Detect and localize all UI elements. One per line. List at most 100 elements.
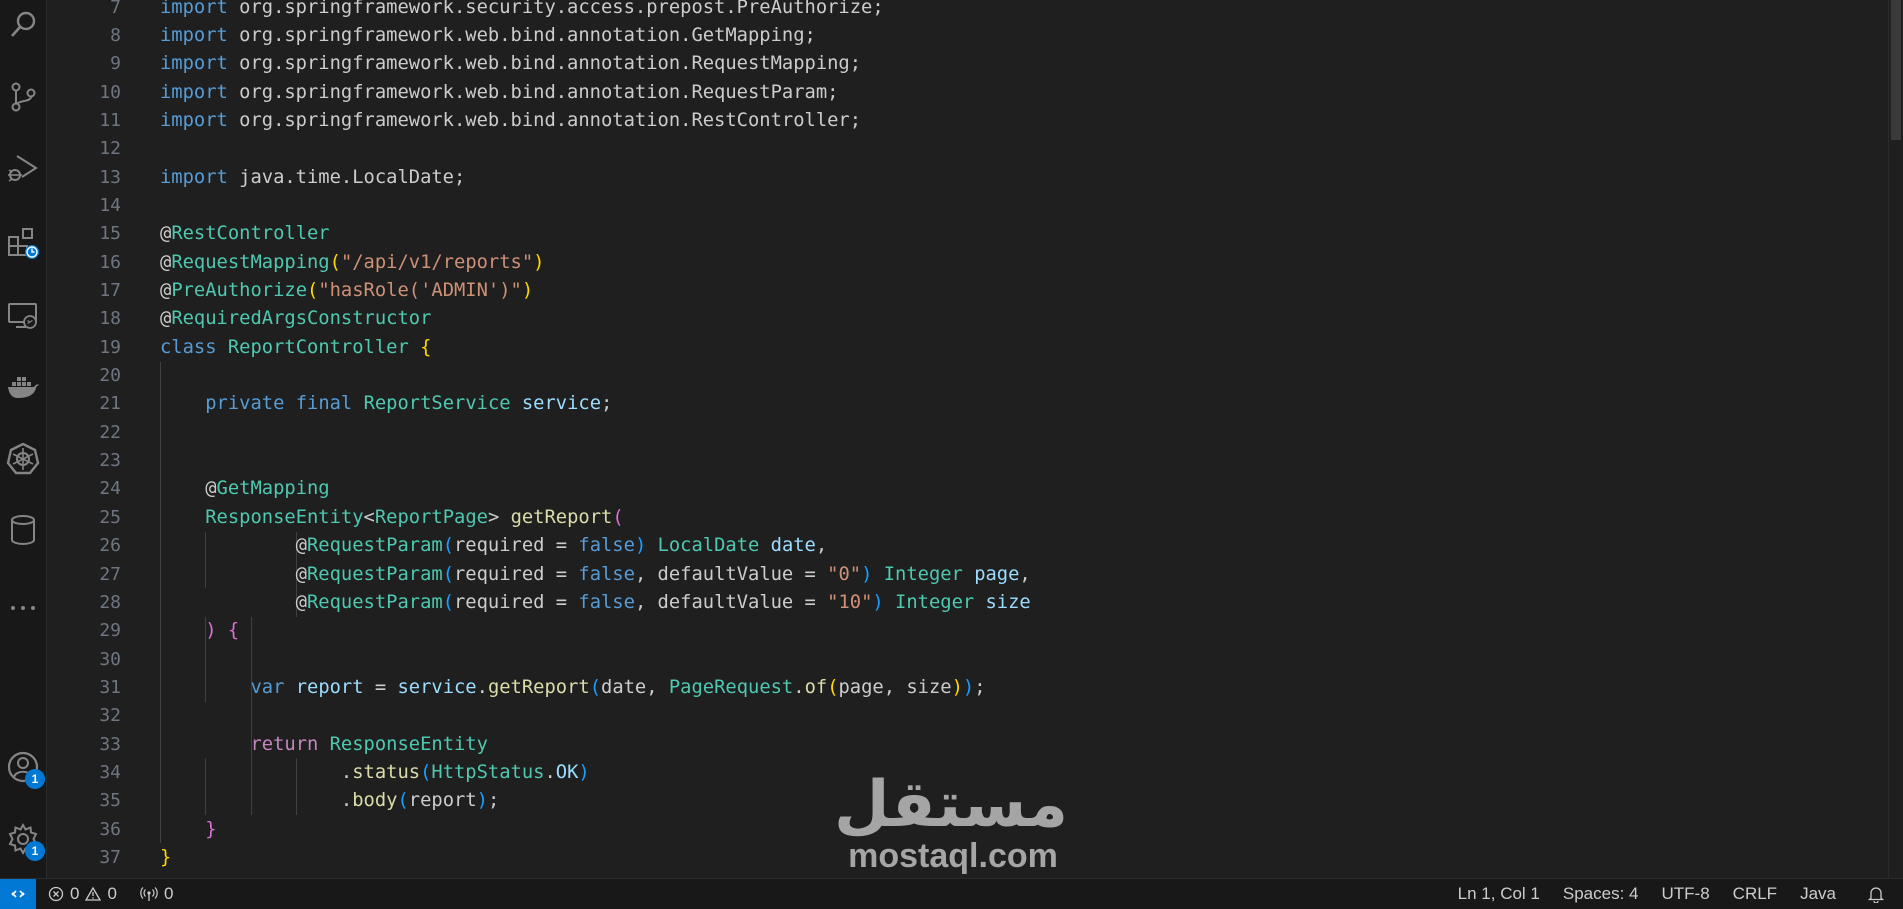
token: import xyxy=(160,53,228,75)
token: LocalDate xyxy=(657,535,760,557)
search-icon[interactable] xyxy=(0,2,46,48)
encoding[interactable]: UTF-8 xyxy=(1648,879,1719,909)
code-text: import org.springframework.web.bind.anno… xyxy=(160,53,861,74)
token: ) xyxy=(951,676,963,698)
token: RestController xyxy=(171,223,330,245)
run-debug-icon[interactable] xyxy=(0,145,46,191)
code-line[interactable]: 26 @RequestParam(required = false) Local… xyxy=(47,532,1747,560)
code-line[interactable]: 8 import org.springframework.web.bind.ann… xyxy=(47,21,1747,49)
language-mode[interactable]: Java xyxy=(1786,879,1845,909)
error-icon xyxy=(48,886,64,902)
remote-indicator[interactable] xyxy=(0,879,36,909)
code-line[interactable]: 13 import java.time.LocalDate; xyxy=(47,163,1747,191)
line-number: 18 xyxy=(99,308,121,330)
code-text: .status(HttpStatus.OK) xyxy=(160,762,590,783)
code-line[interactable]: 16 @RequestMapping("/api/v1/reports") xyxy=(47,248,1747,276)
code-line[interactable]: 31 var report = service.getReport(date, … xyxy=(47,673,1747,701)
end-of-line[interactable]: CRLF xyxy=(1719,879,1786,909)
token: , xyxy=(1019,563,1031,585)
code-line[interactable]: 30 xyxy=(47,645,1747,673)
accounts-badge: 1 xyxy=(25,769,45,789)
token: ) xyxy=(476,790,488,812)
token: import xyxy=(160,0,228,18)
token: < xyxy=(363,506,375,528)
more-icon[interactable] xyxy=(0,578,46,624)
token: private xyxy=(205,393,285,415)
token: > xyxy=(487,506,511,528)
code-line[interactable]: 27 @RequestParam(required = false, defau… xyxy=(47,560,1747,588)
code-line[interactable]: 25 ResponseEntity<ReportPage> getReport( xyxy=(47,503,1747,531)
code-text: ResponseEntity<ReportPage> getReport( xyxy=(160,506,623,528)
token: ; xyxy=(601,393,613,415)
token: body xyxy=(352,790,398,812)
code-line[interactable]: 14 xyxy=(47,191,1747,219)
code-line[interactable]: 33 return ResponseEntity xyxy=(47,730,1747,758)
token: ReportPage xyxy=(374,506,488,528)
code-text: return ResponseEntity xyxy=(160,734,487,755)
code-line[interactable]: 20 xyxy=(47,362,1747,390)
source-control-icon[interactable] xyxy=(0,74,46,120)
code-line[interactable]: 9 import org.springframework.web.bind.ann… xyxy=(47,50,1747,78)
token: ( xyxy=(589,676,602,698)
line-number: 14 xyxy=(99,194,121,216)
code-line[interactable]: 10 import org.springframework.web.bind.an… xyxy=(47,78,1747,106)
code-text: } xyxy=(160,819,216,840)
line-number: 30 xyxy=(99,648,121,670)
remote-explorer-icon[interactable] xyxy=(0,292,46,338)
code-text: @RequestParam(required = false, defaultV… xyxy=(160,564,1031,585)
docker-icon[interactable] xyxy=(0,364,46,410)
indentation[interactable]: Spaces: 4 xyxy=(1549,879,1648,909)
extensions-icon[interactable] xyxy=(0,220,46,266)
accounts-icon[interactable]: 1 xyxy=(0,744,46,790)
settings-icon[interactable]: 1 xyxy=(0,816,46,862)
token: ) xyxy=(205,620,217,642)
token: required = xyxy=(454,535,579,557)
code-text: import org.springframework.web.bind.anno… xyxy=(160,110,861,131)
cursor-position[interactable]: Ln 1, Col 1 xyxy=(1449,879,1549,909)
code-line[interactable]: 15 @RestController xyxy=(47,220,1747,248)
code-text: @RequestParam(required = false) LocalDat… xyxy=(160,535,828,557)
token: , defaultValue = xyxy=(634,563,828,585)
code-editor[interactable]: 7 import org.springframework.security.acc… xyxy=(47,0,1903,878)
code-line[interactable]: 19 class ReportController { xyxy=(47,333,1747,361)
token: Integer xyxy=(895,591,975,613)
notifications[interactable] xyxy=(1845,879,1903,909)
code-line[interactable]: 7 import org.springframework.security.acc… xyxy=(47,0,1747,21)
error-count: 0 xyxy=(70,884,80,903)
code-line[interactable]: 24 @GetMapping xyxy=(47,475,1747,503)
token: date, xyxy=(601,676,669,698)
ports-indicator[interactable]: 0 xyxy=(126,879,182,909)
line-number: 31 xyxy=(99,676,121,698)
code-line[interactable]: 17 @PreAuthorize("hasRole('ADMIN')") xyxy=(47,277,1747,305)
problems-indicator[interactable]: 0 0 xyxy=(36,879,126,909)
kubernetes-icon[interactable] xyxy=(0,436,46,482)
line-number: 36 xyxy=(99,818,121,840)
token: ; xyxy=(487,790,500,812)
database-icon[interactable] xyxy=(0,507,46,553)
scrollbar-thumb[interactable] xyxy=(1891,0,1901,140)
code-line[interactable]: 18 @RequiredArgsConstructor xyxy=(47,305,1747,333)
code-line[interactable]: 12 xyxy=(47,135,1747,163)
token: "10" xyxy=(827,591,873,613)
token: @ xyxy=(160,478,217,500)
token: org.springframework.web.bind.annotation.… xyxy=(227,81,839,103)
code-line[interactable]: 29 ) { xyxy=(47,617,1747,645)
token: @ xyxy=(160,280,172,301)
code-line[interactable]: 21 private final ReportService service; xyxy=(47,390,1747,418)
code-line[interactable]: 23 xyxy=(47,447,1747,475)
token: report xyxy=(295,676,364,698)
code-line[interactable]: 11 import org.springframework.web.bind.an… xyxy=(47,106,1747,134)
code-line[interactable]: 32 xyxy=(47,702,1747,730)
vertical-scrollbar[interactable] xyxy=(1888,0,1903,878)
code-line[interactable]: 22 xyxy=(47,418,1747,446)
code-line[interactable]: 28 @RequestParam(required = false, defau… xyxy=(47,588,1747,616)
token: report xyxy=(408,790,477,812)
token: ( xyxy=(827,676,839,698)
